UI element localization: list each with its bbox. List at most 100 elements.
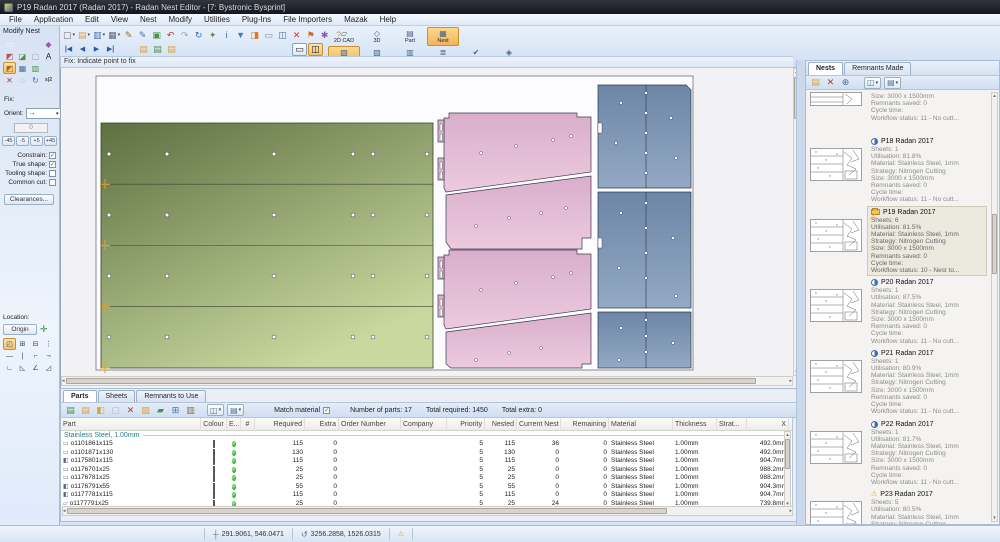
nest-item-p21-radan-2017[interactable]: P21 Radan 2017Sheets: 1Utilisation: 80.9… [806, 348, 999, 419]
info-icon[interactable]: i [220, 29, 233, 42]
scrollbar-thumb[interactable] [992, 214, 997, 274]
common-cutcheckbox[interactable] [49, 179, 56, 186]
corner-top-right[interactable]: ¬ [42, 350, 55, 362]
btn-nest[interactable]: ▦Nest [427, 27, 459, 46]
angle-open[interactable]: ∠ [29, 362, 42, 374]
column-part[interactable]: Part [61, 418, 201, 431]
column-strat[interactable]: Strat... [717, 418, 747, 431]
btn-3d[interactable]: ◇3D [361, 27, 393, 46]
refresh-icon[interactable]: ↻ [192, 29, 205, 42]
split-view-icon[interactable]: ◫ [308, 43, 323, 56]
nest-part-tool[interactable]: ◩ [3, 50, 16, 62]
corner-top-left[interactable]: ⌐ [29, 350, 42, 362]
column-colour[interactable]: Colour [201, 418, 227, 431]
fix-part-tool[interactable]: ◩ [3, 62, 16, 74]
add-location-icon[interactable]: ✛ [40, 324, 48, 335]
table-row[interactable]: ◧o1175801x115✓1150511500Stainless Steel1… [61, 457, 792, 466]
nest-drawing[interactable] [61, 68, 793, 376]
table-vertical-scrollbar[interactable]: ▴▾ [784, 431, 791, 508]
select-tool[interactable]: ▭ [3, 38, 16, 50]
angle-tri-left[interactable]: ◺ [16, 362, 29, 374]
column-nested[interactable]: Nested [485, 418, 517, 431]
part-open-icon[interactable]: ▤ [79, 404, 92, 417]
canvas-horizontal-scrollbar[interactable]: ◂▸ [61, 376, 793, 386]
table-row[interactable]: ▭o1101871x130✓1300513000Stainless Steel1… [61, 449, 792, 458]
rotate-45-button[interactable]: -45 [2, 136, 15, 146]
column-priority[interactable]: Priority [447, 418, 485, 431]
tab-remnants-to-use[interactable]: Remnants to Use [136, 390, 206, 402]
sheet-add-icon[interactable]: ▤ [137, 43, 150, 56]
sequence-tool[interactable]: s|2 [42, 74, 55, 86]
part-insert-icon[interactable]: ▰ [154, 404, 167, 417]
tab-remnants-made[interactable]: Remnants Made [844, 62, 911, 75]
nest-delete-icon[interactable]: ✕ [824, 76, 837, 89]
nest-item-p23-radan-2017[interactable]: ⚠P23 Radan 2017Sheets: 5Utilisation: 80.… [806, 489, 999, 524]
menu-utilities[interactable]: Utilities [198, 14, 236, 26]
menu-file[interactable]: File [3, 14, 28, 26]
jump-to-icon[interactable]: ✦ [206, 29, 219, 42]
nest-item-p22-radan-2017[interactable]: P22 Radan 2017Sheets: 1Utilisation: 81.7… [806, 419, 999, 490]
part-tool[interactable]: ◆ [42, 38, 55, 50]
nest-list-scrollbar[interactable]: ▴▾ [991, 92, 998, 522]
angle-tri-right[interactable]: ◿ [42, 362, 55, 374]
lasso-tool[interactable]: ◌ [16, 74, 29, 86]
true-shapecheckbox[interactable]: ✓ [49, 161, 56, 168]
nest-item-p19-radan-2017[interactable]: ⚠P19 Radan 2017Sheets: 6Utilisation: 81.… [806, 207, 999, 278]
part-delete-icon[interactable]: ✕ [124, 404, 137, 417]
column-required[interactable]: Required [255, 418, 305, 431]
column-x[interactable]: X [747, 418, 789, 431]
nest-item-p20-radan-2017[interactable]: P20 Radan 2017Sheets: 1Utilisation: 87.5… [806, 277, 999, 348]
table-row[interactable]: ◧o1177781x115✓1150511500Stainless Steel1… [61, 491, 792, 500]
nest-locate-icon[interactable]: ⊕ [839, 76, 852, 89]
print-icon[interactable]: ▦▾ [107, 29, 121, 42]
flag-icon[interactable]: ⚑ [304, 29, 317, 42]
text-tool[interactable]: A [42, 50, 55, 62]
next-nest-icon[interactable]: ▶ [90, 43, 103, 56]
new-document-icon[interactable]: ▢▾ [62, 29, 76, 42]
draw-line-icon[interactable]: ✎ [122, 29, 135, 42]
menu-plug-ins[interactable]: Plug-Ins [236, 14, 277, 26]
array-tool[interactable]: ▦ [16, 62, 29, 74]
window-view-icon[interactable]: ◫ [276, 29, 289, 42]
column-company[interactable]: Company [401, 418, 447, 431]
column-remaining[interactable]: Remaining [561, 418, 609, 431]
menu-modify[interactable]: Modify [162, 14, 198, 26]
nest-item-partial[interactable]: Size: 3000 x 1500mmRemnants saved: 0Cycl… [806, 92, 999, 136]
pink-parts[interactable] [438, 113, 591, 368]
open-folder-icon[interactable]: ▤▾ [77, 29, 91, 42]
rotate-5-button[interactable]: +5 [30, 136, 43, 146]
origin-button[interactable]: Origin [3, 324, 37, 335]
redo-icon[interactable]: ↷ [178, 29, 191, 42]
scrollbar-thumb[interactable] [67, 508, 667, 514]
grid-dots[interactable]: ⋮ [42, 338, 55, 350]
table-horizontal-scrollbar[interactable]: ◂▸ [62, 506, 793, 516]
edit-geometry-icon[interactable]: ✎ [136, 29, 149, 42]
tooling-shapecheckbox[interactable] [49, 170, 56, 177]
table-row[interactable]: ◧o1176791x55✓55055500Stainless Steel1.00… [61, 483, 792, 492]
rotate-tool[interactable]: ↻ [29, 74, 42, 86]
user-remove-icon[interactable]: ✕ [290, 29, 303, 42]
corner-snap[interactable]: ◰ [3, 338, 16, 350]
scrollbar-thumb[interactable] [785, 439, 790, 469]
column-e[interactable]: E... [227, 418, 241, 431]
column-thickness[interactable]: Thickness [673, 418, 717, 431]
angle-input[interactable]: 0 [14, 123, 48, 133]
panel-splitter[interactable] [796, 60, 805, 525]
auto-nest-tool[interactable]: ◪ [16, 50, 29, 62]
green-strip-parts[interactable] [100, 123, 433, 373]
part-ghost-icon[interactable]: ▢ [109, 404, 122, 417]
angle-corner[interactable]: ∟ [3, 362, 16, 374]
table-row[interactable]: ▭o1176781x25✓25052500Stainless Steel1.00… [61, 474, 792, 483]
filter-icon[interactable]: ▼ [234, 29, 247, 42]
pause-tool[interactable]: ▢ [29, 50, 42, 62]
last-nest-icon[interactable]: ▶| [104, 43, 117, 56]
btn-2d-cad[interactable]: ▱2D CAD [328, 27, 360, 46]
menu-application[interactable]: Application [28, 14, 79, 26]
part-browse-icon[interactable]: ▨ [139, 404, 152, 417]
copy-sheet-icon[interactable]: ▣ [150, 29, 163, 42]
previous-nest-icon[interactable]: ◀ [76, 43, 89, 56]
menu-file-importers[interactable]: File Importers [277, 14, 338, 26]
column-extra[interactable]: Extra [305, 418, 339, 431]
menu-mazak[interactable]: Mazak [338, 14, 374, 26]
part-import-icon[interactable]: ◧ [94, 404, 107, 417]
